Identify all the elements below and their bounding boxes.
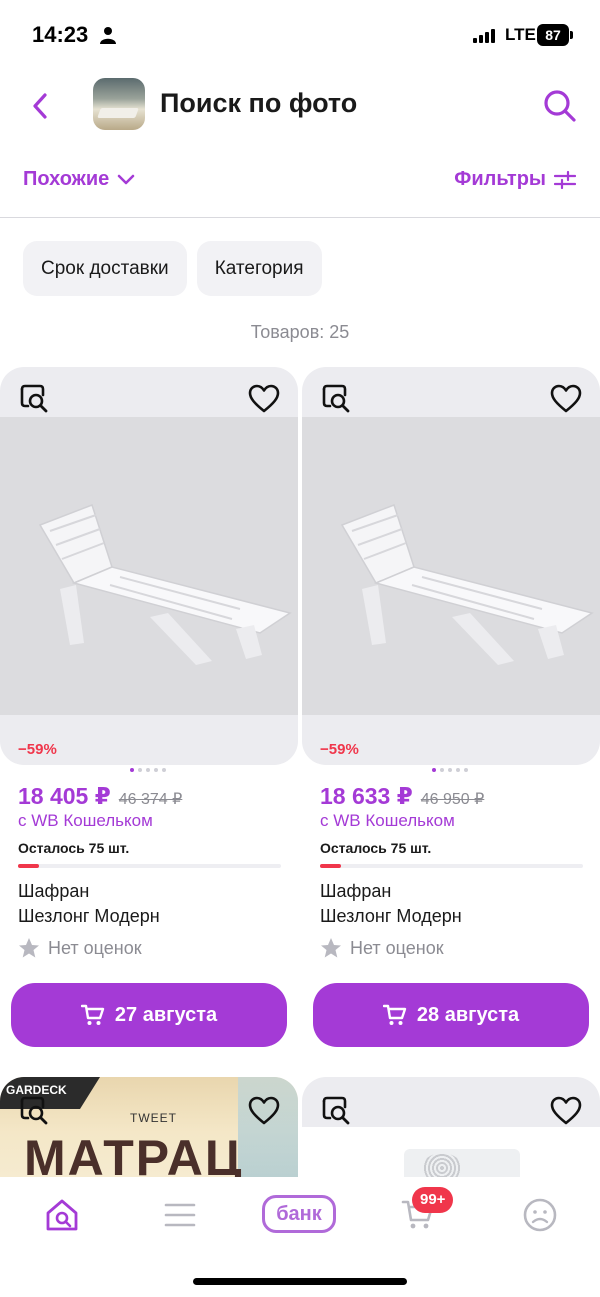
star-icon [19,938,39,958]
price-row: 18 633 ₽ 46 950 ₽ [320,783,484,810]
add-to-cart-button[interactable]: 28 августа [313,983,589,1047]
find-similar-icon[interactable] [18,383,50,415]
add-to-cart-button[interactable]: 27 августа [11,983,287,1047]
product-brand: Шафран [18,881,90,901]
signal-icon [473,29,495,43]
network-label: LTE [505,25,536,44]
discount-badge: −59% [18,741,57,758]
find-similar-icon[interactable] [320,383,352,415]
chip-category[interactable]: Категория [196,241,322,296]
wallet-note: с WB Кошельком [320,811,455,830]
heart-icon[interactable] [550,383,582,415]
menu-icon [164,1203,196,1227]
results-count: Товаров: 25 [250,322,350,342]
price-row: 18 405 ₽ 46 374 ₽ [18,783,182,810]
lounger-image [0,417,298,715]
product-image[interactable]: −59% [302,367,600,765]
lounger-image [302,417,600,715]
home-indicator [193,1278,407,1285]
heart-icon[interactable] [550,1095,582,1127]
stock-bar [18,864,281,868]
delivery-date: 27 августа [114,1003,218,1026]
cart-icon [382,1004,407,1025]
back-button[interactable] [22,88,58,124]
person-icon [100,27,116,44]
header: Поиск по фото [0,72,600,144]
product-card[interactable] [302,1077,600,1187]
nav-bank[interactable]: банк [262,1195,336,1233]
search-icon [544,90,576,122]
nav-profile[interactable] [520,1195,560,1235]
heart-icon[interactable] [248,383,280,415]
wallet-note: с WB Кошельком [18,811,153,830]
rating-label: Нет оценок [48,937,142,958]
chevron-down-icon [118,174,135,184]
brand-logo: GARDECK [0,1077,100,1109]
stock-left: Осталось 75 шт. [320,840,432,856]
battery-icon: 87 [537,24,573,46]
status-time: 14:23 [32,22,89,47]
stock-fill [320,864,342,868]
product-tag: TWEET [130,1111,177,1125]
sort-filter-row: Похожие Фильтры [0,158,600,202]
image-pager [130,768,166,772]
divider [0,217,600,218]
heart-icon[interactable] [248,1095,280,1127]
search-photo-thumbnail[interactable] [93,78,145,130]
battery-level: 87 [537,24,569,46]
product-name: Шезлонг Модерн [18,906,160,926]
price: 18 633 ₽ [320,783,413,809]
old-price: 46 374 ₽ [118,791,183,808]
product-image[interactable]: −59% [0,367,298,765]
cart-icon [80,1004,105,1025]
star-icon [321,938,341,958]
sort-label: Похожие [23,168,110,190]
filter-chips: Срок доставки Категория [23,241,322,296]
product-brand: Шафран [320,881,392,901]
delivery-date: 28 августа [416,1003,520,1026]
chevron-left-icon [33,93,47,119]
cart-badge: 99+ [412,1187,454,1213]
rating-label: Нет оценок [350,937,444,958]
find-similar-icon[interactable] [18,1095,50,1127]
sliders-icon [554,170,576,189]
profile-icon [523,1198,557,1232]
filters-button[interactable]: Фильтры [454,168,576,191]
price: 18 405 ₽ [18,783,111,809]
discount-badge: −59% [320,741,359,758]
product-card[interactable]: GARDECK TWEET МАТРАЦ [0,1077,298,1187]
nav-home-search[interactable] [42,1195,82,1235]
home-search-icon [46,1199,78,1231]
stock-left: Осталось 75 шт. [18,840,130,856]
rating: Нет оценок [320,937,444,959]
stock-fill [18,864,40,868]
sort-dropdown[interactable]: Похожие [23,168,135,191]
page-title: Поиск по фото [160,88,358,118]
nav-catalog[interactable] [160,1195,200,1235]
find-similar-icon[interactable] [320,1095,352,1127]
search-button[interactable] [540,86,580,126]
filters-label: Фильтры [454,168,546,190]
image-pager [432,768,468,772]
product-name: Шезлонг Модерн [320,906,462,926]
rating: Нет оценок [18,937,142,959]
stock-bar [320,864,583,868]
chip-delivery-time[interactable]: Срок доставки [23,241,187,296]
old-price: 46 950 ₽ [420,791,485,808]
status-bar: 14:23 LTE 87 [0,0,600,72]
